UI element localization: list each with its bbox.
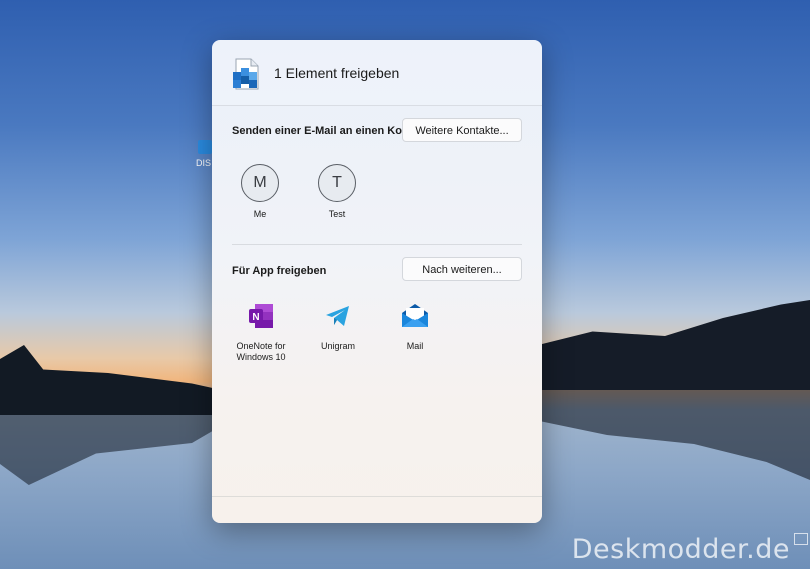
lake-reflection-right: [520, 390, 810, 480]
desktop-shortcut-label: DIS: [196, 158, 212, 168]
more-contacts-button[interactable]: Weitere Kontakte...: [402, 118, 522, 142]
contact-me[interactable]: M Me: [233, 164, 287, 219]
avatar: T: [318, 164, 356, 202]
more-apps-button[interactable]: Nach weiteren...: [402, 257, 522, 281]
app-section-label: Für App freigeben: [232, 265, 327, 277]
section-divider: [232, 244, 522, 245]
app-mail[interactable]: Mail: [380, 302, 450, 352]
dialog-header: 1 Element freigeben: [212, 40, 542, 106]
treeline-left: [0, 345, 240, 415]
avatar: M: [241, 164, 279, 202]
svg-text:N: N: [252, 312, 259, 323]
mail-icon: [402, 304, 428, 327]
watermark: Deskmodder.de: [571, 534, 790, 565]
contact-name: Me: [253, 209, 267, 219]
watermark-box-icon: [794, 533, 808, 545]
app-name: OneNote for Windows 10: [236, 341, 286, 362]
shortcut-icon: [198, 140, 212, 154]
telegram-icon: [326, 306, 349, 326]
app-name: Unigram: [320, 341, 355, 351]
onenote-icon: N: [249, 304, 273, 328]
lake-reflection-left: [0, 415, 240, 485]
email-section-label: Senden einer E-Mail an einen Kontakt: [232, 125, 429, 137]
share-dialog: 1 Element freigeben Senden einer E-Mail …: [212, 40, 542, 523]
footer-divider: [212, 496, 542, 497]
dialog-title: 1 Element freigeben: [274, 65, 400, 81]
shared-file-icon: [233, 58, 259, 90]
mountain-right: [520, 300, 810, 390]
app-name: Mail: [406, 341, 424, 351]
contact-test[interactable]: T Test: [310, 164, 364, 219]
contact-name: Test: [328, 209, 346, 219]
app-onenote[interactable]: N OneNote for Windows 10: [226, 302, 296, 363]
app-unigram[interactable]: Unigram: [303, 302, 373, 352]
